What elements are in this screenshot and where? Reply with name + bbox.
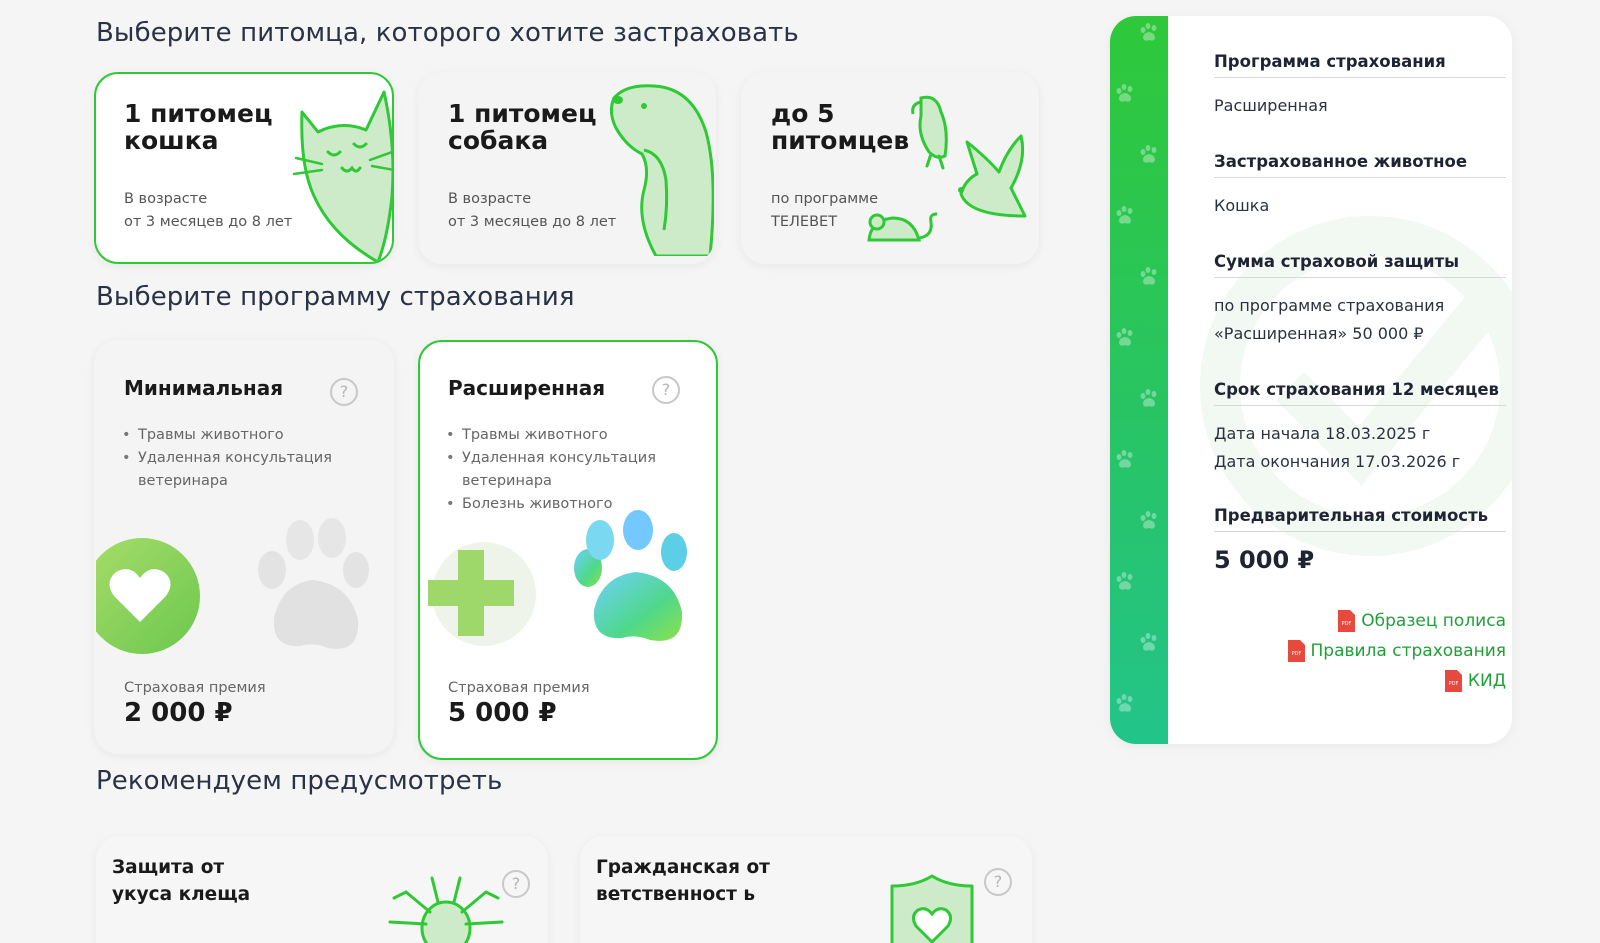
program-card-minimal[interactable]: Минимальная ? Травмы животного Удаленная… xyxy=(94,340,394,754)
choose-program-title: Выберите программу страхования xyxy=(96,282,575,312)
summary-animal: Застрахованное животное Кошка xyxy=(1214,152,1506,220)
pdf-icon: PDF xyxy=(1444,670,1462,692)
paw-stripe xyxy=(1110,16,1168,744)
recommendation-title: Защита от укуса клеща xyxy=(112,857,251,905)
svg-text:PDF: PDF xyxy=(1291,651,1301,657)
summary-term-head: Срок страхования 12 месяцев xyxy=(1214,380,1506,406)
stripe-paw-icon xyxy=(1140,23,1157,41)
pet-card-multi[interactable]: до 5 питомцев по программе ТЕЛЕВЕТ xyxy=(741,72,1039,264)
pet-card-title: 1 питомец собака xyxy=(448,99,597,155)
tick-icon xyxy=(388,876,504,943)
pet-card-cat[interactable]: 1 питомец кошка В возрасте от 3 месяцев … xyxy=(94,72,394,264)
program-name: Расширенная xyxy=(448,376,606,400)
stripe-paw-icon xyxy=(1140,633,1157,651)
summary-program-head: Программа страхования xyxy=(1214,52,1506,78)
pet-card-desc: В возрасте от 3 месяцев до 8 лет xyxy=(124,191,293,230)
premium-value: 5 000 ₽ xyxy=(448,698,557,728)
help-icon[interactable]: ? xyxy=(984,868,1012,896)
summary-term-dates: Дата начала 18.03.2025 г Дата окончания … xyxy=(1214,420,1506,476)
shield-heart-icon xyxy=(890,874,974,943)
feature-item: Травмы животного xyxy=(446,424,676,447)
cat-icon xyxy=(292,90,392,262)
stripe-paw-icon xyxy=(1116,328,1133,346)
choose-pet-title: Выберите питомца, которого хотите застра… xyxy=(96,18,799,48)
start-date: Дата начала 18.03.2025 г xyxy=(1214,424,1431,443)
pet-card-dog[interactable]: 1 питомец собака В возрасте от 3 месяцев… xyxy=(418,72,716,264)
mouse-icon xyxy=(867,212,938,242)
summary-coverage-head: Сумма страховой защиты xyxy=(1214,252,1506,278)
stripe-paw-icon xyxy=(1116,694,1133,712)
help-icon[interactable]: ? xyxy=(502,870,530,898)
stripe-paw-icon xyxy=(1140,145,1157,163)
summary-cost: Предварительная стоимость 5 000 ₽ xyxy=(1214,506,1506,574)
recommendation-title: Гражданская ответственност ь xyxy=(596,857,770,905)
pet-card-desc: В возрасте от 3 месяцев до 8 лет xyxy=(448,191,617,230)
feature-item: Удаленная консультация ветеринара xyxy=(122,447,352,493)
end-date: Дата окончания 17.03.2026 г xyxy=(1214,452,1461,471)
feature-item: Удаленная консультация ветеринара xyxy=(446,447,676,493)
recommendation-card-liability[interactable]: Гражданская ответственност ь ? xyxy=(580,836,1032,943)
summary-program: Программа страхования Расширенная xyxy=(1214,52,1506,120)
pdf-icon: PDF xyxy=(1338,610,1356,632)
program-features: Травмы животного Удаленная консультация … xyxy=(446,424,676,516)
help-icon[interactable]: ? xyxy=(652,376,680,404)
pdf-icon: PDF xyxy=(1287,640,1305,662)
recommend-title: Рекомендуем предусмотреть xyxy=(96,766,503,796)
premium-label: Страховая премия xyxy=(124,680,266,696)
summary-coverage: Сумма страховой защиты по программе стра… xyxy=(1214,252,1506,348)
paw-icon xyxy=(574,510,687,641)
svg-text:PDF: PDF xyxy=(1449,681,1459,687)
heart-badge-icon xyxy=(96,538,200,654)
rabbit-icon xyxy=(958,134,1027,218)
stripe-paw-icon xyxy=(1116,450,1133,468)
help-icon[interactable]: ? xyxy=(330,378,358,406)
kid-link[interactable]: PDF КИД xyxy=(1444,670,1506,692)
pet-card-title: 1 питомец кошка xyxy=(124,99,273,155)
stripe-paw-icon xyxy=(1116,84,1133,102)
insurance-rules-link[interactable]: PDF Правила страхования xyxy=(1287,640,1506,662)
svg-text:PDF: PDF xyxy=(1342,621,1352,627)
premium-value: 2 000 ₽ xyxy=(124,698,233,728)
sample-policy-link[interactable]: PDF Образец полиса xyxy=(1338,610,1506,632)
summary-program-value: Расширенная xyxy=(1214,96,1328,115)
pet-card-title: до 5 питомцев xyxy=(771,99,910,155)
stripe-paw-icon xyxy=(1140,267,1157,285)
premium-label: Страховая премия xyxy=(448,680,590,696)
summary-term: Срок страхования 12 месяцев Дата начала … xyxy=(1214,380,1506,476)
recommendation-card-tick[interactable]: Защита от укуса клеща ? xyxy=(96,836,548,943)
stripe-paw-icon xyxy=(1116,206,1133,224)
medical-cross-icon xyxy=(428,542,536,646)
paw-icon xyxy=(258,518,369,649)
feature-item: Травмы животного xyxy=(122,424,352,447)
program-card-extended[interactable]: Расширенная ? Травмы животного Удаленная… xyxy=(418,340,718,760)
stripe-paw-icon xyxy=(1140,511,1157,529)
pet-card-desc: по программе ТЕЛЕВЕТ xyxy=(771,191,879,230)
program-features: Травмы животного Удаленная консультация … xyxy=(122,424,352,493)
stripe-paw-icon xyxy=(1140,389,1157,407)
summary-animal-value: Кошка xyxy=(1214,196,1270,215)
stripe-paw-icon xyxy=(1116,572,1133,590)
summary-cost-head: Предварительная стоимость xyxy=(1214,506,1506,532)
summary-coverage-value: по программе страхования «Расширенная» 5… xyxy=(1214,296,1445,343)
policy-summary-panel: Программа страхования Расширенная Застра… xyxy=(1110,16,1512,744)
summary-animal-head: Застрахованное животное xyxy=(1214,152,1506,178)
dog-icon xyxy=(609,84,714,256)
program-name: Минимальная xyxy=(124,376,284,400)
summary-cost-value: 5 000 ₽ xyxy=(1214,546,1315,574)
